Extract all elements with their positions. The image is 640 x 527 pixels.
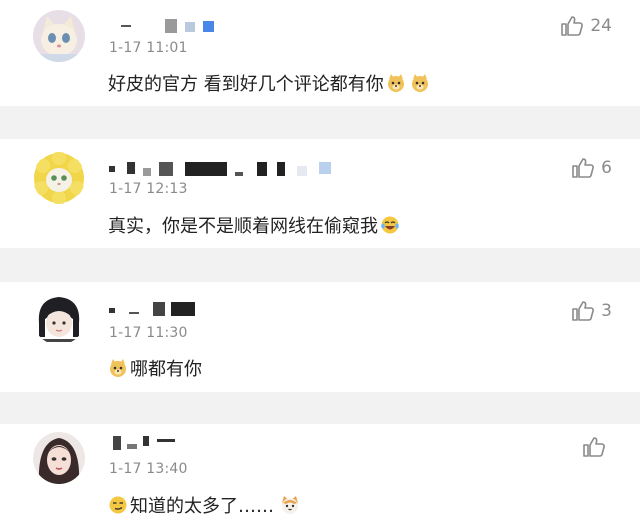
doge-emoji (410, 73, 430, 93)
comment-feed: 1-17 11:01 好皮的官方 看到好几个评论都有你 24 1-17 12:1… (0, 0, 640, 527)
comment-time: 1-17 11:30 (109, 325, 188, 341)
redacted-username (109, 162, 339, 176)
comment-text: 知道的太多了…… (108, 492, 302, 518)
like-button[interactable]: 3 (571, 300, 612, 322)
comment-item: 1-17 11:01 好皮的官方 看到好几个评论都有你 24 (0, 0, 640, 106)
like-button[interactable]: 6 (571, 157, 612, 179)
comment-text: 真实，你是不是顺着网线在偷窥我 (108, 212, 402, 238)
girl-avatar[interactable] (33, 432, 85, 484)
like-button[interactable] (582, 436, 612, 458)
comment-text-content: 哪都有你 (130, 359, 202, 380)
comment-item: 1-17 11:30 哪都有你 3 (0, 282, 640, 392)
comment-item: 1-17 13:40 知道的太多了…… (0, 424, 640, 527)
comment-text: 哪都有你 (108, 355, 202, 381)
comment-text: 好皮的官方 看到好几个评论都有你 (108, 70, 432, 96)
thumbs-up-icon (561, 16, 584, 36)
cat-avatar[interactable] (33, 10, 85, 62)
redacted-username (109, 436, 179, 450)
comment-item: 1-17 12:13 真实，你是不是顺着网线在偷窥我 6 (0, 139, 640, 248)
laugh-cry-emoji (380, 215, 400, 235)
comment-time: 1-17 12:13 (109, 181, 188, 197)
redacted-username (109, 19, 219, 33)
comment-time: 1-17 13:40 (109, 461, 188, 477)
redacted-username (109, 302, 199, 316)
anime-girl-avatar[interactable] (33, 293, 85, 345)
doge-emoji (108, 358, 128, 378)
like-button[interactable]: 24 (560, 15, 612, 37)
comment-text-content: 好皮的官方 看到好几个评论都有你 (108, 74, 384, 95)
doge-emoji (386, 73, 406, 93)
like-count: 3 (601, 301, 612, 321)
thumbs-up-icon (572, 301, 595, 321)
thumbs-up-icon (572, 158, 595, 178)
comment-text-content: 知道的太多了…… (130, 496, 274, 517)
like-count: 24 (590, 16, 612, 36)
thumbs-up-icon (583, 437, 605, 457)
cat-emoji (280, 495, 300, 515)
comment-time: 1-17 11:01 (109, 40, 188, 56)
like-count: 6 (601, 158, 612, 178)
smirk-emoji (108, 495, 128, 515)
flower-cat-avatar[interactable] (33, 152, 85, 204)
comment-text-content: 真实，你是不是顺着网线在偷窥我 (108, 216, 378, 237)
